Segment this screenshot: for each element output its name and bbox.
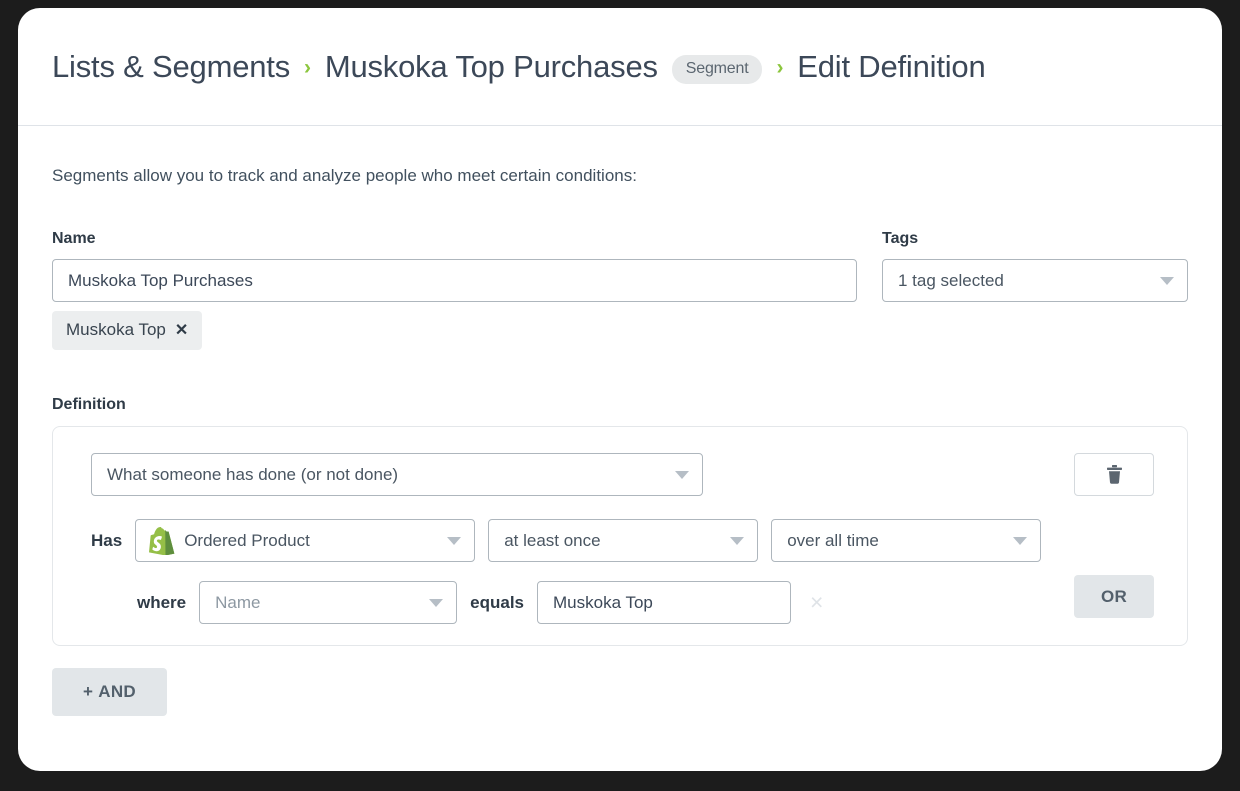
name-field-group: Name Muskoka Top ✕ [52,230,857,350]
trigger-type-value: What someone has done (or not done) [107,464,399,484]
close-icon[interactable]: ✕ [175,320,188,340]
chevron-down-icon [730,536,745,545]
definition-section: Definition What someone has done (or not… [52,396,1188,646]
tag-chip-label: Muskoka Top [66,320,166,339]
breadcrumb-item-segment-name[interactable]: Muskoka Top Purchases [325,49,658,85]
chevron-down-icon [447,536,462,545]
chevron-down-icon [1013,536,1028,545]
segment-type-badge: Segment [671,55,763,84]
tags-label: Tags [882,230,919,247]
timeframe-select[interactable]: over all time [771,519,1042,562]
add-and-button-label: AND [98,682,136,701]
frequency-select[interactable]: at least once [488,519,759,562]
fields-row: Name Muskoka Top ✕ Tags 1 tag selected [52,230,1188,350]
segment-name-input[interactable] [52,259,857,302]
shopify-icon [149,526,175,555]
chevron-right-icon: › [304,55,311,79]
tags-field-group: Tags 1 tag selected [882,230,1188,350]
intro-text: Segments allow you to track and analyze … [52,166,637,185]
tag-chip-row: Muskoka Top ✕ [52,311,857,350]
definition-label: Definition [52,396,126,413]
metric-select-value: Ordered Product [184,530,310,550]
page-header: Lists & Segments › Muskoka Top Purchases… [18,8,1222,126]
has-label: Has [91,530,123,550]
where-label: where [137,592,187,612]
where-row: where Name equals × [137,581,1167,624]
plus-icon: + [83,682,94,701]
trigger-row: What someone has done (or not done) [91,453,1167,496]
add-and-button[interactable]: + AND [52,668,167,716]
chevron-down-icon [429,598,444,607]
tag-chip[interactable]: Muskoka Top ✕ [52,311,203,350]
page-content: Segments allow you to track and analyze … [18,126,1222,716]
dimension-select[interactable]: Name [199,581,458,624]
app-card: Lists & Segments › Muskoka Top Purchases… [18,8,1222,771]
breadcrumb-item-edit-definition: Edit Definition [797,48,986,84]
definition-panel: What someone has done (or not done) Has [52,426,1188,646]
dimension-select-value: Name [215,592,261,612]
breadcrumb-item-lists-segments[interactable]: Lists & Segments [52,49,290,85]
trigger-type-select[interactable]: What someone has done (or not done) [91,453,703,496]
chevron-right-icon-2: › [776,55,784,79]
has-row: Has Ordered Product at least once over a… [91,519,1167,562]
tags-select[interactable]: 1 tag selected [882,259,1188,302]
clear-icon[interactable]: × [804,591,829,614]
or-button-label: OR [1100,586,1128,606]
tags-select-value: 1 tag selected [898,270,1004,290]
operator-label: equals [470,592,524,612]
chevron-down-icon [675,470,689,479]
breadcrumb: Lists & Segments › Muskoka Top Purchases… [52,49,986,85]
trash-icon [1106,465,1122,484]
frequency-select-value: at least once [504,530,601,550]
device-frame: Lists & Segments › Muskoka Top Purchases… [0,0,1240,791]
chevron-down-icon [1160,276,1174,285]
delete-condition-button[interactable] [1074,453,1154,496]
timeframe-select-value: over all time [787,530,879,550]
or-button[interactable]: OR [1074,575,1154,618]
filter-value-input[interactable] [537,581,791,624]
metric-select[interactable]: Ordered Product [135,519,476,562]
name-label: Name [52,230,96,247]
